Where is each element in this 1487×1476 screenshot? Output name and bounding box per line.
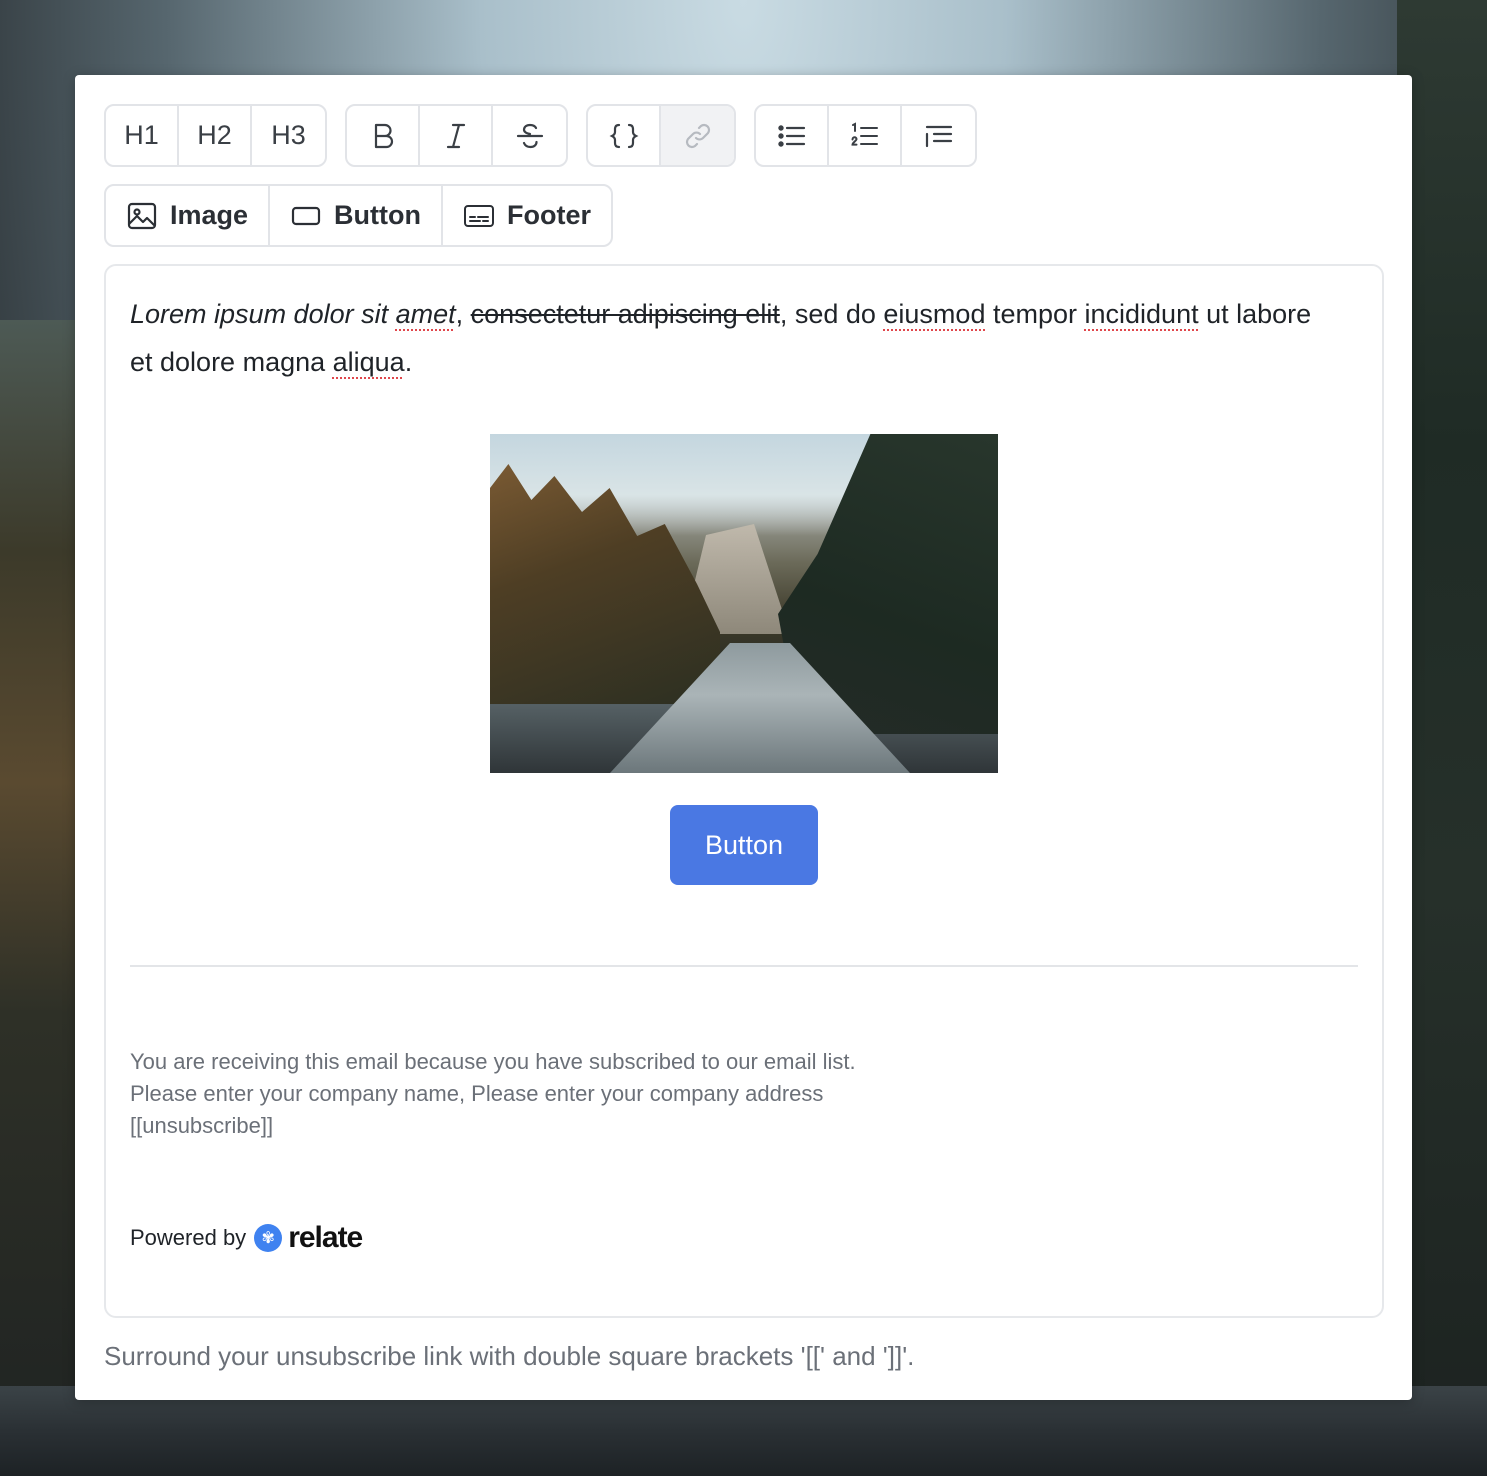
bold-button[interactable] [347,106,420,165]
email-body-editor[interactable]: Lorem ipsum dolor sit amet, consectetur … [104,264,1384,1318]
insert-footer-button[interactable]: Footer [443,186,611,245]
formatting-toolbar: H1 H2 H3 [104,104,977,167]
button-icon [291,206,321,225]
ordered-list-button[interactable] [829,106,902,165]
bullet-list-icon [777,124,805,147]
italic-button[interactable] [420,106,493,165]
bullet-list-button[interactable] [756,106,829,165]
insert-button-label: Button [334,200,422,230]
misspelled-word: amet [395,299,456,329]
body-paragraph[interactable]: Lorem ipsum dolor sit amet, consectetur … [130,290,1330,386]
powered-by-label: Powered by [130,1225,247,1250]
powered-by: Powered by ✾ relate [130,1221,363,1255]
footer-divider [130,965,1358,967]
insert-footer-label: Footer [507,200,592,230]
relate-wordmark: relate [288,1221,363,1254]
indent-list-button[interactable] [902,106,975,165]
misspelled-word: eiusmod [883,299,986,329]
italic-text: Lorem ipsum dolor sit amet [130,299,456,329]
braces-icon [609,123,638,148]
text-run: . [404,347,413,377]
list-group [754,104,977,167]
email-cta-button[interactable]: Button [670,805,818,885]
strikethrough-icon [516,123,543,148]
insert-block-group: Image Button Footer [104,184,614,247]
heading-group: H1 H2 H3 [104,104,327,167]
block-toolbar: Image Button Footer [104,184,614,247]
misspelled-word: incididunt [1084,299,1199,329]
image-icon [127,202,157,229]
footer-icon [464,204,495,227]
code-link-group [586,104,736,167]
footer-line: You are receiving this email because you… [130,1049,856,1074]
unsubscribe-placeholder: [[unsubscribe]] [130,1113,274,1138]
text-run: tempor [985,299,1085,329]
h3-button[interactable]: H3 [252,106,325,165]
h1-button[interactable]: H1 [106,106,179,165]
indent-list-icon [925,125,952,147]
insert-image-button[interactable]: Image [106,186,271,245]
italic-icon [446,123,465,148]
link-button[interactable] [661,106,734,165]
relate-logo-icon: ✾ [254,1224,283,1252]
italic-run: Lorem ipsum dolor sit [130,299,396,329]
text-run: , sed do [779,299,884,329]
link-icon [685,123,710,148]
text-run: , [455,299,471,329]
ordered-list-icon [850,121,878,146]
footer-line: Please enter your company name, Please e… [130,1081,824,1106]
strikethrough-button[interactable] [493,106,566,165]
insert-button-button[interactable]: Button [270,186,444,245]
bold-icon [374,123,393,148]
code-button[interactable] [588,106,661,165]
image-trees-left [490,464,720,704]
strikethrough-text: consectetur adipiscing elit [470,299,780,329]
unsubscribe-hint: Surround your unsubscribe link with doub… [104,1341,915,1371]
email-hero-image[interactable] [490,434,998,773]
email-editor-card: H1 H2 H3 Image Button Footer Lorem ipsum… [75,75,1412,1400]
insert-image-label: Image [170,200,249,230]
text-style-group [345,104,568,167]
misspelled-word: aliqua [332,347,405,377]
relate-logo: ✾ relate [254,1221,363,1255]
h2-button[interactable]: H2 [179,106,252,165]
email-footer[interactable]: You are receiving this email because you… [130,1046,1030,1142]
